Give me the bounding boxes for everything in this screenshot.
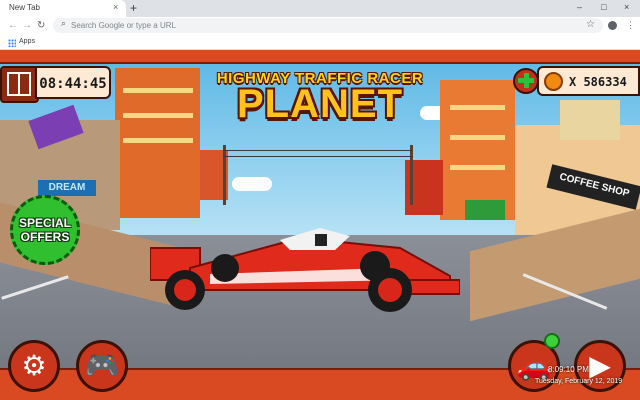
game-top-bar [0, 50, 640, 64]
tab-title: New Tab [9, 3, 40, 12]
clock-time: 8:09:10 PM [548, 365, 589, 374]
gamepad-icon: 🎮 [84, 350, 120, 381]
race-car [150, 228, 460, 312]
utility-pole [223, 145, 226, 205]
address-placeholder: Search Google or type a URL [71, 21, 176, 30]
address-bar[interactable]: ⌕ Search Google or type a URL ☆ [53, 18, 603, 33]
special-offers-line2: OFFERS [20, 230, 70, 244]
coffee-shop-roof [560, 100, 620, 140]
special-offers-button[interactable]: SPECIAL OFFERS [10, 195, 80, 265]
game-viewport[interactable]: DREAM COFFEE SHOP 08:44:45 HIGHWAY TRAFF… [0, 50, 640, 400]
maximize-button[interactable]: □ [601, 2, 606, 12]
dream-sign: DREAM [38, 180, 96, 196]
coin-icon [544, 72, 563, 91]
bookmark-star-icon[interactable]: ☆ [586, 19, 595, 30]
notification-dot [544, 333, 560, 349]
building-right-tower [440, 80, 515, 220]
bookmarks-bar: Apps [0, 35, 640, 50]
game-title-line2: PLANET [237, 82, 403, 126]
building-left-tower [115, 68, 200, 218]
coin-counter: X 586334 [537, 66, 640, 96]
special-offers-label: SPECIAL OFFERS [13, 216, 77, 244]
dream-sign-text: DREAM [48, 182, 86, 193]
minimize-button[interactable]: – [577, 2, 582, 12]
new-tab-button[interactable]: + [130, 1, 137, 15]
search-icon: ⌕ [61, 18, 67, 28]
special-offers-line1: SPECIAL [18, 216, 71, 230]
bookmark-apps[interactable]: Apps [19, 38, 35, 45]
clock-date: Tuesday, February 12, 2019 [535, 378, 623, 385]
cloud [232, 177, 272, 191]
forward-icon[interactable]: → [22, 20, 32, 31]
utility-pole [410, 145, 413, 205]
tab-close-icon[interactable]: × [113, 2, 118, 12]
power-line [223, 156, 413, 157]
gift-timer: 08:44:45 [35, 66, 111, 99]
gamepad-button[interactable]: 🎮 [76, 340, 128, 392]
profile-avatar-icon[interactable] [608, 21, 617, 30]
gift-icon [7, 72, 31, 96]
settings-button[interactable]: ⚙ [8, 340, 60, 392]
menu-kebab-icon[interactable]: ⋮ [626, 20, 635, 31]
daily-gift-button[interactable] [0, 66, 39, 103]
power-line [223, 150, 413, 151]
tab-new-tab[interactable]: New Tab × [0, 0, 126, 17]
timer-text: 08:44:45 [39, 76, 107, 92]
add-coins-button[interactable] [513, 68, 539, 94]
browser-toolbar: ← → ↻ ⌕ Search Google or type a URL ☆ ⋮ [0, 17, 640, 35]
back-icon[interactable]: ← [8, 20, 18, 31]
apps-grid-icon[interactable] [8, 39, 16, 47]
green-dumpster [465, 200, 505, 220]
coin-amount: X 586334 [569, 75, 627, 89]
tab-strip: New Tab × + – □ × [0, 0, 640, 17]
gear-icon: ⚙ [21, 350, 47, 381]
reload-icon[interactable]: ↻ [37, 20, 45, 31]
close-window-button[interactable]: × [624, 2, 629, 12]
